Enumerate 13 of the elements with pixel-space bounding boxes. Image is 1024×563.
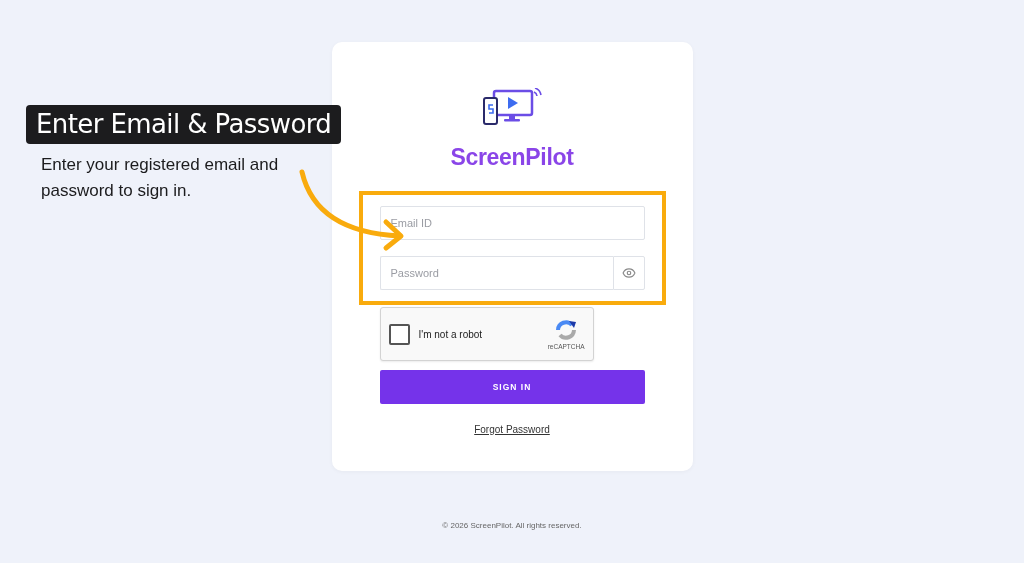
password-field[interactable]: Password [379, 256, 613, 290]
recaptcha-logo-icon [554, 318, 579, 341]
captcha-checkbox[interactable] [388, 323, 410, 345]
forgot-password-link[interactable]: Forgot Password [474, 424, 550, 435]
callout-title: Enter Email & Password [26, 105, 342, 144]
copyright-text: © 2026 ScreenPilot. All rights reserved. [442, 521, 582, 530]
brand-name: ScreenPilot [450, 144, 574, 171]
eye-icon [621, 266, 636, 280]
callout-description: Enter your registered email and password to sign in. [41, 154, 280, 202]
screen-cast-logo-icon [482, 88, 542, 128]
captcha-label: I'm not a robot [418, 328, 484, 340]
show-password-button[interactable] [612, 256, 645, 290]
sign-in-button[interactable]: SIGN IN [379, 370, 645, 404]
